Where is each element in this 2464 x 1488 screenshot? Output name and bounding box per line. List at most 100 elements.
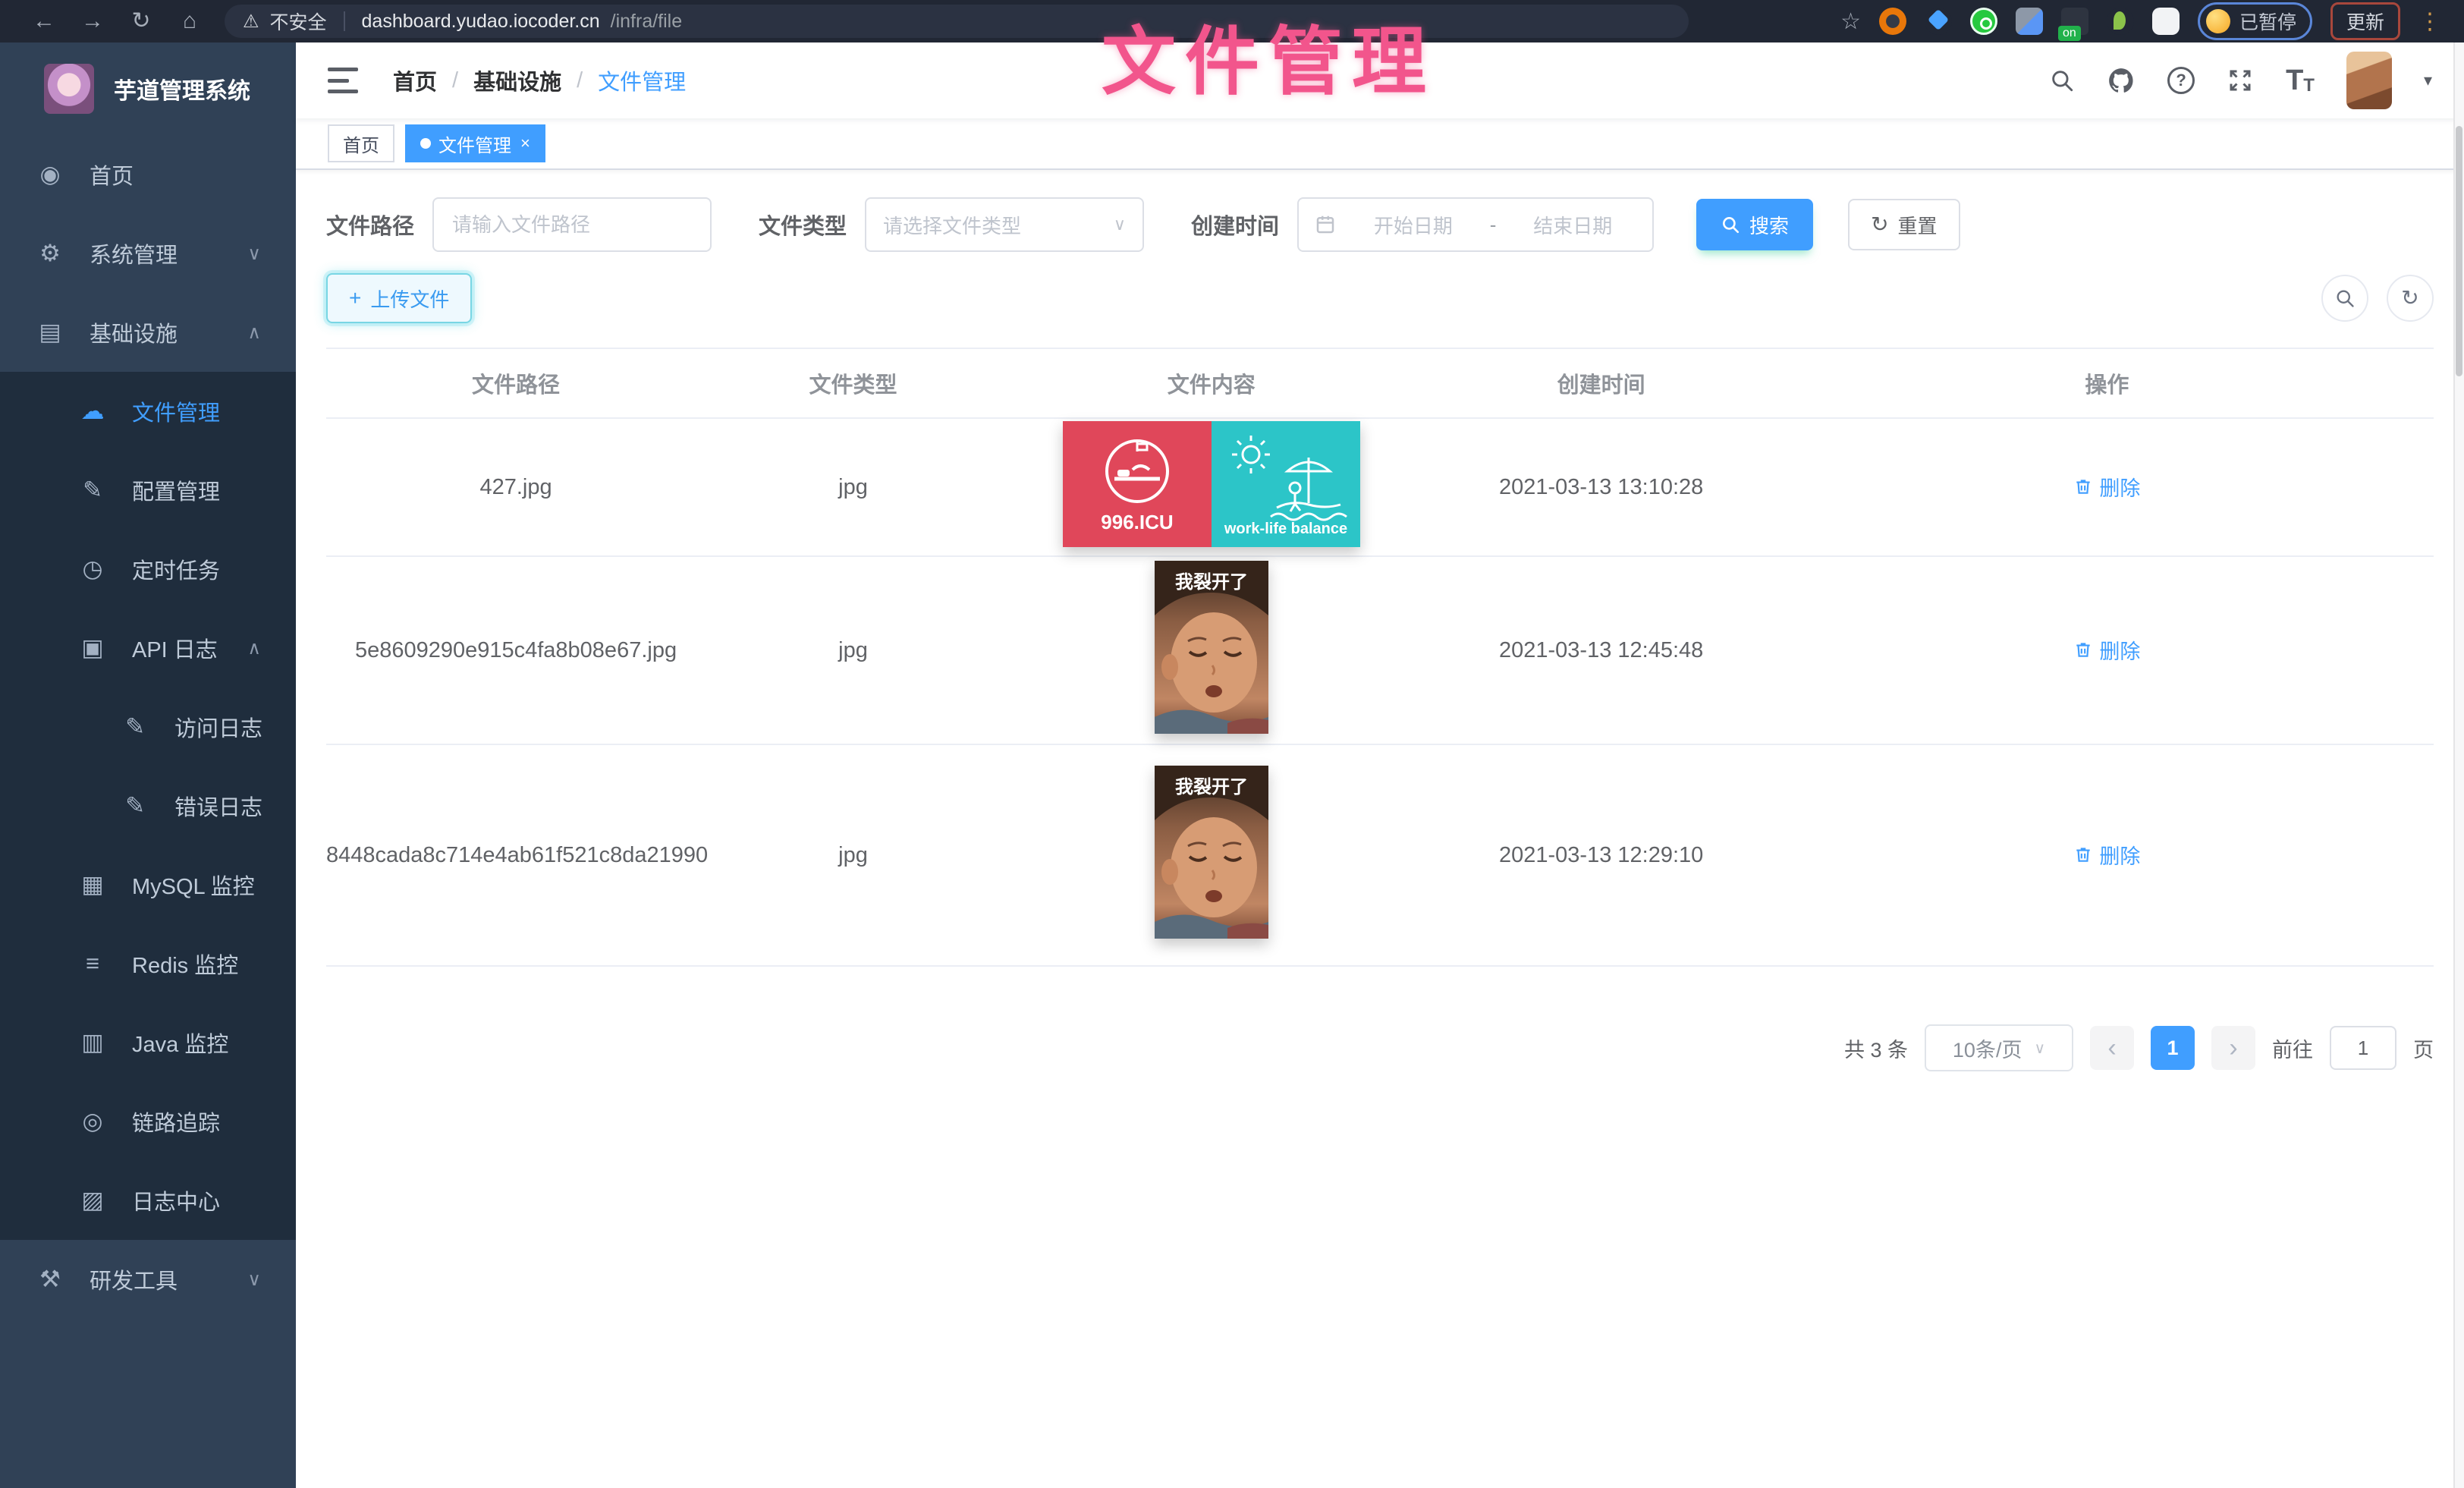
browser-back-icon[interactable]: ← bbox=[20, 0, 68, 42]
profile-paused-pill[interactable]: 已暂停 bbox=[2198, 2, 2312, 40]
pagination: 共 3 条 10条/页 ∨ ‹ 1 › 前往 页 bbox=[326, 1024, 2434, 1071]
svg-text:work-life balance: work-life balance bbox=[1224, 521, 1347, 537]
address-bar[interactable]: ⚠ 不安全 dashboard.yudao.iocoder.cn/infra/f… bbox=[225, 5, 1689, 38]
eye-icon: ◎ bbox=[76, 1108, 109, 1135]
delete-button[interactable]: 删除 bbox=[2073, 635, 2140, 665]
chevron-up-icon: ∧ bbox=[247, 322, 261, 344]
tag-file-mgmt[interactable]: 文件管理 × bbox=[405, 124, 545, 162]
sidebar-item-label: Redis 监控 bbox=[132, 948, 238, 980]
search-icon[interactable] bbox=[2049, 68, 2075, 93]
refresh-table-button[interactable]: ↻ bbox=[2387, 275, 2434, 322]
sidebar-item-file-mgmt[interactable]: ☁ 文件管理 bbox=[0, 372, 296, 451]
dashboard-icon: ◉ bbox=[33, 161, 67, 188]
extension-icon-sprout[interactable] bbox=[2107, 8, 2134, 35]
toggle-search-button[interactable] bbox=[2321, 275, 2368, 322]
file-thumbnail-meme[interactable]: 我裂开了 bbox=[1155, 766, 1268, 939]
sidebar-item-label: 定时任务 bbox=[132, 553, 220, 585]
navbar-actions: ? TT ▾ bbox=[2049, 52, 2432, 109]
sidebar-item-label: 系统管理 bbox=[90, 238, 178, 269]
extension-icon-puzzle[interactable] bbox=[2152, 8, 2180, 35]
file-type-select[interactable]: 请选择文件类型 ∨ bbox=[865, 197, 1144, 252]
timer-icon: ◷ bbox=[76, 555, 109, 583]
app-title: 芋道管理系统 bbox=[114, 72, 250, 105]
sidebar-item-scheduled-jobs[interactable]: ◷ 定时任务 bbox=[0, 530, 296, 609]
extension-icon-orange[interactable] bbox=[1879, 8, 1906, 35]
sidebar-item-log-center[interactable]: ▨ 日志中心 bbox=[0, 1161, 296, 1240]
sidebar-item-java-monitor[interactable]: ▥ Java 监控 bbox=[0, 1003, 296, 1082]
sidebar-item-api-log[interactable]: ▣ API 日志 ∧ bbox=[0, 609, 296, 687]
help-icon[interactable]: ? bbox=[2167, 67, 2195, 94]
extension-icon-blue-gem[interactable] bbox=[1925, 8, 1952, 35]
file-thumbnail-meme[interactable]: 我裂开了 bbox=[1155, 561, 1268, 734]
sidebar-item-mysql-monitor[interactable]: ▦ MySQL 监控 bbox=[0, 845, 296, 924]
main-area: 首页 / 基础设施 / 文件管理 ? TT ▾ 首页 文件管理 × bbox=[296, 42, 2464, 1488]
extension-icon-grid[interactable] bbox=[2016, 8, 2043, 35]
sidebar-item-home[interactable]: ◉ 首页 bbox=[0, 135, 296, 214]
profile-avatar bbox=[2206, 9, 2230, 33]
scrollbar-thumb[interactable] bbox=[2456, 126, 2462, 376]
cell-file-type: jpg bbox=[706, 418, 1001, 556]
bookmark-star-icon[interactable]: ☆ bbox=[1840, 8, 1861, 35]
edit-icon: ✎ bbox=[118, 792, 152, 820]
col-file-path: 文件路径 bbox=[326, 348, 706, 418]
breadcrumb-current: 文件管理 bbox=[598, 64, 686, 96]
stack-icon: ≡ bbox=[76, 950, 109, 977]
sidebar-item-dev-tools[interactable]: ⚒ 研发工具 ∨ bbox=[0, 1240, 296, 1319]
date-range-picker[interactable]: 开始日期 - 结束日期 bbox=[1297, 197, 1654, 252]
file-path-label: 文件路径 bbox=[326, 209, 414, 241]
sidebar-item-label: 错误日志 bbox=[174, 790, 262, 822]
sidebar-item-redis-monitor[interactable]: ≡ Redis 监控 bbox=[0, 924, 296, 1003]
browser-reload-icon[interactable]: ↻ bbox=[117, 0, 165, 42]
fullscreen-icon[interactable] bbox=[2227, 67, 2254, 94]
search-icon bbox=[2334, 288, 2356, 309]
cell-file-content: 我裂开了 bbox=[1001, 744, 1422, 966]
user-avatar[interactable] bbox=[2346, 52, 2392, 109]
sidebar-item-access-log[interactable]: ✎ 访问日志 bbox=[0, 687, 296, 766]
svg-text:我裂开了: 我裂开了 bbox=[1175, 572, 1248, 593]
file-thumbnail-996icu[interactable]: 996.ICU work-life balance bbox=[1063, 421, 1360, 547]
sidebar-item-config-mgmt[interactable]: ✎ 配置管理 bbox=[0, 451, 296, 530]
hamburger-icon[interactable] bbox=[328, 68, 358, 93]
search-button[interactable]: 搜索 bbox=[1696, 199, 1813, 250]
app-logo-row[interactable]: 芋道管理系统 bbox=[0, 42, 296, 135]
file-path-input[interactable] bbox=[432, 197, 712, 252]
cell-create-time: 2021-03-13 12:45:48 bbox=[1422, 556, 1780, 744]
edit-icon: ✎ bbox=[76, 477, 109, 504]
sidebar-item-system-mgmt[interactable]: ⚙ 系统管理 ∨ bbox=[0, 214, 296, 293]
page-size-select[interactable]: 10条/页 ∨ bbox=[1925, 1024, 2073, 1071]
browser-home-icon[interactable]: ⌂ bbox=[165, 0, 214, 42]
monitor-icon: ▥ bbox=[76, 1029, 109, 1056]
col-file-type: 文件类型 bbox=[706, 348, 1001, 418]
prev-page-button[interactable]: ‹ bbox=[2090, 1026, 2134, 1070]
sidebar-item-infrastructure[interactable]: ▤ 基础设施 ∧ bbox=[0, 293, 296, 372]
breadcrumb-home[interactable]: 首页 bbox=[393, 64, 437, 96]
breadcrumb-infrastructure[interactable]: 基础设施 bbox=[473, 64, 561, 96]
caret-down-icon[interactable]: ▾ bbox=[2424, 71, 2432, 90]
goto-page-input[interactable] bbox=[2330, 1026, 2396, 1070]
browser-update-button[interactable]: 更新 bbox=[2330, 2, 2400, 40]
browser-menu-icon[interactable]: ⋮ bbox=[2418, 8, 2444, 35]
github-icon[interactable] bbox=[2107, 66, 2136, 95]
delete-button[interactable]: 删除 bbox=[2073, 472, 2140, 502]
active-dot bbox=[420, 138, 431, 149]
extension-icon-green-check[interactable] bbox=[1970, 8, 1997, 35]
font-size-icon[interactable]: TT bbox=[2286, 66, 2315, 95]
sidebar-item-tracing[interactable]: ◎ 链路追踪 bbox=[0, 1082, 296, 1161]
trash-icon bbox=[2073, 640, 2093, 659]
col-file-content: 文件内容 bbox=[1001, 348, 1422, 418]
reset-button[interactable]: ↻ 重置 bbox=[1848, 199, 1960, 250]
right-toolbar: ↻ bbox=[2321, 275, 2434, 322]
upload-file-button[interactable]: + 上传文件 bbox=[326, 273, 472, 323]
extension-icon-switch[interactable]: on bbox=[2061, 8, 2088, 35]
chevron-down-icon: ∨ bbox=[247, 1269, 261, 1291]
tag-home[interactable]: 首页 bbox=[328, 124, 394, 162]
scrollbar[interactable] bbox=[2453, 42, 2464, 1488]
close-icon[interactable]: × bbox=[520, 134, 530, 153]
browser-forward-icon[interactable]: → bbox=[68, 0, 117, 42]
security-label: 不安全 bbox=[270, 8, 327, 35]
cell-create-time: 2021-03-13 13:10:28 bbox=[1422, 418, 1780, 556]
page-number-1[interactable]: 1 bbox=[2151, 1026, 2195, 1070]
delete-button[interactable]: 删除 bbox=[2073, 840, 2140, 870]
sidebar-item-error-log[interactable]: ✎ 错误日志 bbox=[0, 766, 296, 845]
next-page-button[interactable]: › bbox=[2211, 1026, 2255, 1070]
